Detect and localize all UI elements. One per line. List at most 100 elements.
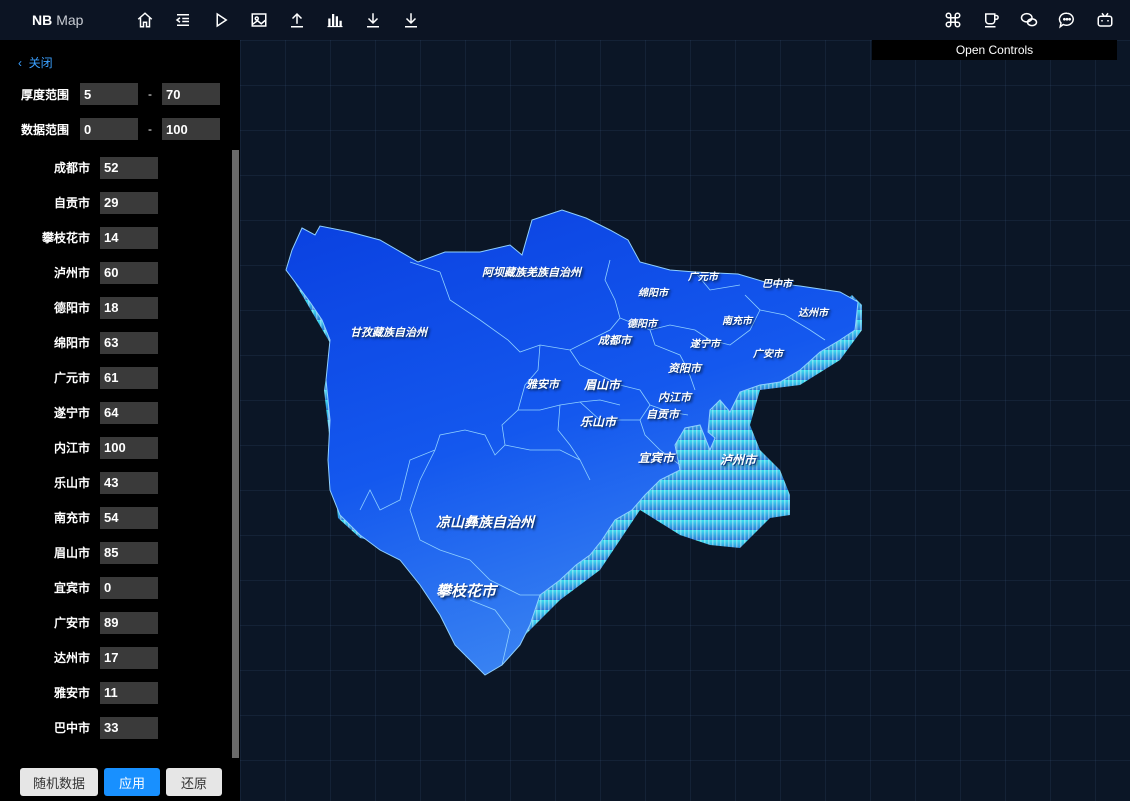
data-range-label: 数据范围 xyxy=(21,122,70,137)
map-label-guangan: 广安市 xyxy=(753,349,783,360)
city-name-label: 遂宁市 xyxy=(53,406,90,420)
city-value-input[interactable] xyxy=(100,331,158,354)
city-name-label: 南充市 xyxy=(53,511,90,525)
open-controls-button[interactable]: Open Controls xyxy=(872,40,1117,60)
city-row: 遂宁市 xyxy=(0,395,232,430)
map-label-ziyang: 资阳市 xyxy=(668,363,701,375)
map-label-yibin: 宜宾市 xyxy=(638,451,675,465)
message-icon[interactable] xyxy=(1048,0,1086,40)
download-alt-icon[interactable] xyxy=(392,0,430,40)
city-row: 宜宾市 xyxy=(0,570,232,605)
city-row: 泸州市 xyxy=(0,255,232,290)
city-value-input[interactable] xyxy=(100,646,158,669)
outdent-icon[interactable] xyxy=(164,0,202,40)
city-value-input[interactable] xyxy=(100,471,158,494)
city-name-label: 广元市 xyxy=(53,371,90,385)
city-name-label: 达州市 xyxy=(53,651,90,665)
action-buttons: 随机数据 应用 还原 xyxy=(20,768,222,796)
sidebar-panel: ‹ 关闭 厚度范围 - 数据范围 - 成都市自贡市攀枝花市泸州市德阳市绵阳市广元… xyxy=(0,40,240,801)
city-row: 广安市 xyxy=(0,605,232,640)
sichuan-3d-map[interactable] xyxy=(240,40,1130,801)
map-label-luzhou: 泸州市 xyxy=(720,453,757,467)
command-icon[interactable] xyxy=(934,0,972,40)
city-name-label: 德阳市 xyxy=(53,301,90,315)
city-name-label: 绵阳市 xyxy=(53,336,90,350)
city-name-label: 内江市 xyxy=(53,441,90,455)
map-label-liangshan: 凉山彝族自治州 xyxy=(436,514,534,530)
map-canvas[interactable]: 阿坝藏族羌族自治州 甘孜藏族自治州 凉山彝族自治州 攀枝花市 广元市 绵阳市 巴中市 达州市德… xyxy=(240,40,1130,801)
map-label-guangyuan: 广元市 xyxy=(688,272,718,283)
city-row: 绵阳市 xyxy=(0,325,232,360)
city-row: 内江市 xyxy=(0,430,232,465)
list-scrollbar[interactable] xyxy=(232,150,239,758)
city-row: 雅安市 xyxy=(0,675,232,710)
thickness-label: 厚度范围 xyxy=(21,87,70,102)
city-name-label: 乐山市 xyxy=(53,476,90,490)
city-row: 德阳市 xyxy=(0,290,232,325)
close-link[interactable]: ‹ 关闭 xyxy=(18,54,53,71)
random-data-button[interactable]: 随机数据 xyxy=(20,768,98,796)
coffee-icon[interactable] xyxy=(972,0,1010,40)
city-value-input[interactable] xyxy=(100,576,158,599)
data-range-row: 数据范围 - xyxy=(21,118,220,140)
city-value-input[interactable] xyxy=(100,436,158,459)
map-label-deyang: 德阳市 xyxy=(627,319,657,330)
map-label-chengdu: 成都市 xyxy=(598,335,631,347)
range-separator: - xyxy=(148,87,152,101)
city-name-label: 广安市 xyxy=(53,616,90,630)
city-value-input[interactable] xyxy=(100,541,158,564)
map-label-leshan: 乐山市 xyxy=(580,415,617,429)
city-row: 广元市 xyxy=(0,360,232,395)
data-range-min-input[interactable] xyxy=(80,118,138,140)
city-value-input[interactable] xyxy=(100,156,158,179)
city-value-input[interactable] xyxy=(100,401,158,424)
city-name-label: 雅安市 xyxy=(53,686,90,700)
city-value-input[interactable] xyxy=(100,296,158,319)
map-label-suining: 遂宁市 xyxy=(690,339,720,350)
thickness-max-input[interactable] xyxy=(162,83,220,105)
city-value-input[interactable] xyxy=(100,226,158,249)
map-label-panzhihua: 攀枝花市 xyxy=(436,583,497,600)
close-label[interactable]: 关闭 xyxy=(29,56,53,70)
data-range-max-input[interactable] xyxy=(162,118,220,140)
city-row: 成都市 xyxy=(0,150,232,185)
thickness-min-input[interactable] xyxy=(80,83,138,105)
home-icon[interactable] xyxy=(126,0,164,40)
city-name-label: 泸州市 xyxy=(53,266,90,280)
city-row: 眉山市 xyxy=(0,535,232,570)
map-label-yaan: 雅安市 xyxy=(526,379,559,391)
city-value-input[interactable] xyxy=(100,506,158,529)
city-value-input[interactable] xyxy=(100,366,158,389)
city-value-input[interactable] xyxy=(100,191,158,214)
city-row: 达州市 xyxy=(0,640,232,675)
map-label-bazhong: 巴中市 xyxy=(762,279,792,290)
reset-button[interactable]: 还原 xyxy=(166,768,222,796)
scrollbar-thumb[interactable] xyxy=(232,150,239,758)
download-icon[interactable] xyxy=(354,0,392,40)
map-label-nanchong: 南充市 xyxy=(722,316,752,327)
bilibili-icon[interactable] xyxy=(1086,0,1124,40)
thickness-range-row: 厚度范围 - xyxy=(21,83,220,105)
map-label-dazhou: 达州市 xyxy=(798,308,828,319)
map-label-ganzi: 甘孜藏族自治州 xyxy=(350,327,427,339)
city-value-input[interactable] xyxy=(100,261,158,284)
city-value-input[interactable] xyxy=(100,611,158,634)
brand-rest: Map xyxy=(56,12,84,28)
map-label-aba: 阿坝藏族羌族自治州 xyxy=(482,267,581,279)
brand-bold: NB xyxy=(32,12,53,28)
city-name-label: 自贡市 xyxy=(53,196,90,210)
upload-icon[interactable] xyxy=(278,0,316,40)
city-value-list: 成都市自贡市攀枝花市泸州市德阳市绵阳市广元市遂宁市内江市乐山市南充市眉山市宜宾市… xyxy=(0,150,232,800)
city-row: 攀枝花市 xyxy=(0,220,232,255)
image-icon[interactable] xyxy=(240,0,278,40)
apply-button[interactable]: 应用 xyxy=(104,768,160,796)
range-separator: - xyxy=(148,122,152,136)
city-name-label: 眉山市 xyxy=(53,546,90,560)
city-value-input[interactable] xyxy=(100,681,158,704)
wechat-icon[interactable] xyxy=(1010,0,1048,40)
bar-chart-icon[interactable] xyxy=(316,0,354,40)
city-value-input[interactable] xyxy=(100,716,158,739)
play-icon[interactable] xyxy=(202,0,240,40)
top-bar: NB Map xyxy=(0,0,1130,40)
city-name-label: 成都市 xyxy=(53,161,90,175)
